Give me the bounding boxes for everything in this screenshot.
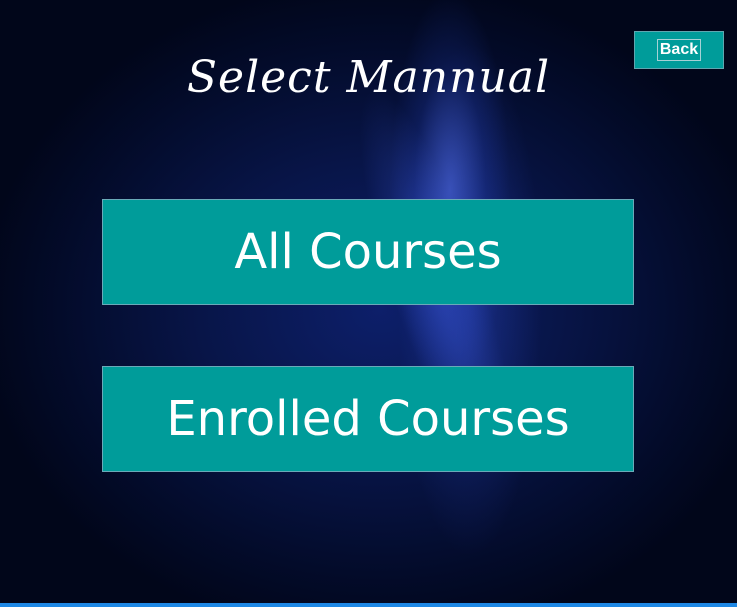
bottom-border xyxy=(0,603,737,607)
enrolled-courses-button[interactable]: Enrolled Courses xyxy=(102,366,634,472)
back-button[interactable]: Back xyxy=(634,31,724,69)
page-title: Select Mannual xyxy=(186,52,551,103)
back-button-label: Back xyxy=(656,39,702,61)
all-courses-button[interactable]: All Courses xyxy=(102,199,634,305)
